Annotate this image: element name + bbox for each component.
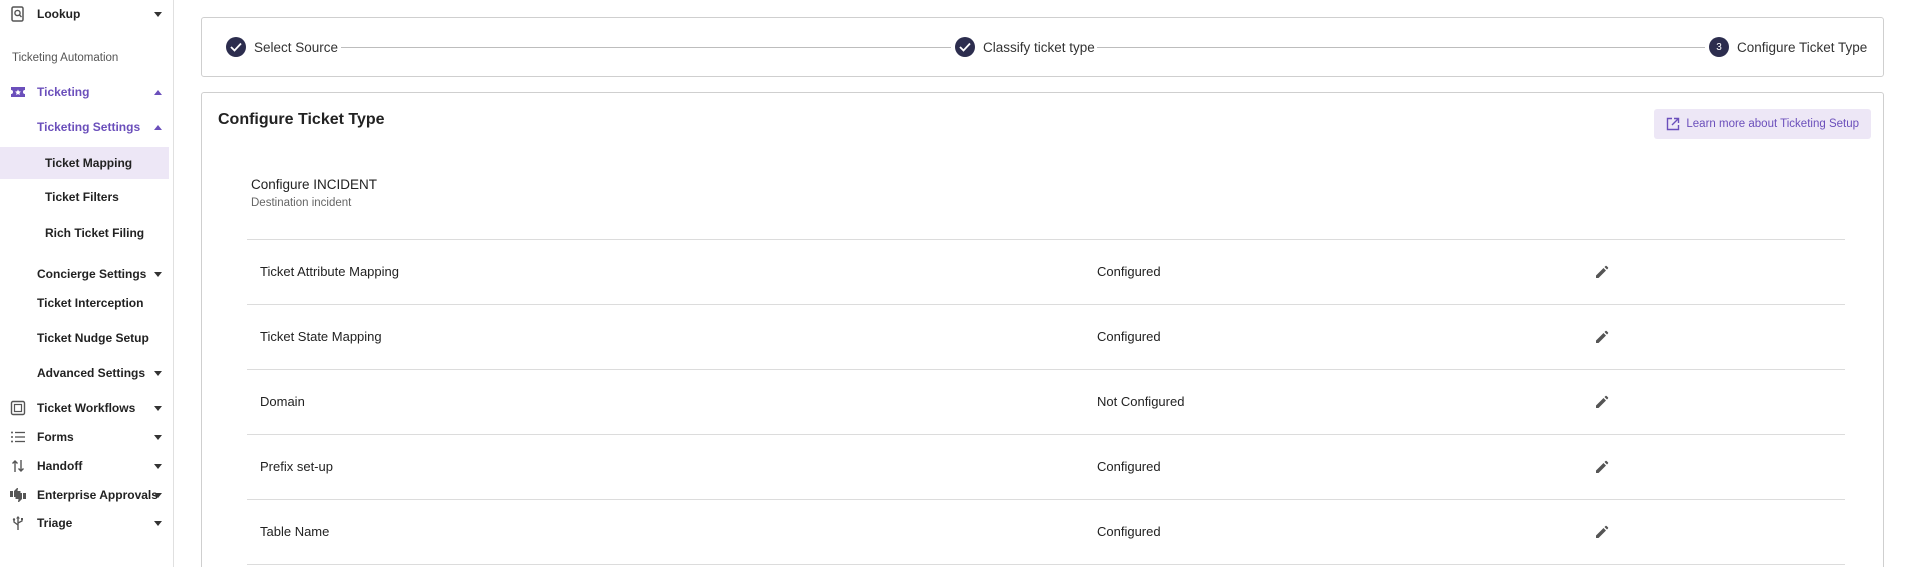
sidebar-item-lookup[interactable]: Lookup [0, 4, 169, 24]
stepper: Select Source Classify ticket type 3 Con… [201, 17, 1884, 77]
page-title: Configure Ticket Type [218, 111, 385, 128]
sidebar-item-label: Concierge Settings [37, 267, 147, 281]
table-row: Ticket State Mapping Configured [247, 304, 1845, 369]
sidebar-item-ticket-interception[interactable]: Ticket Interception [0, 293, 169, 313]
sidebar-item-label: Forms [37, 430, 74, 444]
row-status: Configured [1097, 459, 1161, 474]
sidebar-item-label: Ticket Nudge Setup [37, 331, 149, 345]
chevron-down-icon[interactable] [153, 368, 163, 378]
edit-icon[interactable] [1592, 522, 1612, 542]
sidebar-item-advanced-settings[interactable]: Advanced Settings [0, 363, 169, 383]
configure-card: Configure Ticket Type Learn more about T… [201, 92, 1884, 567]
row-status: Configured [1097, 524, 1161, 539]
step-label: Classify ticket type [983, 39, 1095, 55]
open-external-icon [1666, 117, 1680, 131]
step-number: 3 [1709, 37, 1729, 57]
sidebar-item-forms[interactable]: Forms [0, 427, 169, 447]
sidebar-item-ticket-workflows[interactable]: Ticket Workflows [0, 398, 169, 418]
learn-more-label: Learn more about Ticketing Setup [1686, 118, 1859, 130]
sidebar: Lookup Ticketing Automation Ticketing Ti… [0, 0, 174, 567]
table-row: Prefix set-up Configured [247, 434, 1845, 499]
sidebar-item-ticketing[interactable]: Ticketing [0, 82, 169, 102]
sidebar-item-label: Ticket Interception [37, 296, 144, 310]
swap-vertical-icon [9, 457, 27, 475]
chevron-down-icon[interactable] [153, 269, 163, 279]
row-name: Domain [260, 394, 305, 409]
table-divider [247, 564, 1845, 565]
row-name: Table Name [260, 524, 330, 539]
sidebar-item-triage[interactable]: Triage [0, 513, 169, 533]
sidebar-item-label: Triage [37, 516, 73, 530]
row-name: Ticket State Mapping [260, 329, 382, 344]
ticket-icon [9, 83, 27, 101]
chevron-down-icon[interactable] [153, 432, 163, 442]
table-row: Table Name Configured [247, 499, 1845, 564]
section-label: Ticketing Automation [12, 52, 119, 64]
chevron-down-icon[interactable] [153, 490, 163, 500]
edit-icon[interactable] [1592, 262, 1612, 282]
sidebar-item-handoff[interactable]: Handoff [0, 456, 169, 476]
sidebar-item-concierge-settings[interactable]: Concierge Settings [0, 264, 169, 284]
list-icon [9, 428, 27, 446]
config-table: Ticket Attribute Mapping Configured Tick… [247, 239, 1845, 565]
table-row: Ticket Attribute Mapping Configured [247, 239, 1845, 304]
sidebar-item-label: Ticket Filters [45, 190, 119, 204]
check-icon [955, 37, 975, 57]
sidebar-item-label: Ticketing [37, 85, 90, 99]
row-status: Configured [1097, 329, 1161, 344]
check-icon [226, 37, 246, 57]
sidebar-item-enterprise-approvals[interactable]: Enterprise Approvals [0, 485, 169, 505]
sidebar-item-label: Handoff [37, 459, 83, 473]
step-connector [341, 47, 951, 48]
edit-icon[interactable] [1592, 457, 1612, 477]
sidebar-item-label: Ticket Mapping [45, 156, 133, 170]
step-classify-ticket-type[interactable]: Classify ticket type [955, 37, 1095, 57]
sidebar-item-ticket-nudge-setup[interactable]: Ticket Nudge Setup [0, 328, 169, 348]
chevron-up-icon[interactable] [153, 122, 163, 132]
learn-more-button[interactable]: Learn more about Ticketing Setup [1654, 109, 1871, 139]
chevron-down-icon[interactable] [153, 518, 163, 528]
workflow-icon [9, 399, 27, 417]
row-status: Configured [1097, 264, 1161, 279]
chevron-down-icon[interactable] [153, 9, 163, 19]
row-name: Prefix set-up [260, 459, 333, 474]
config-title: Configure INCIDENT [251, 177, 378, 192]
sidebar-item-label: Rich Ticket Filing [45, 226, 145, 240]
sidebar-item-label: Lookup [37, 7, 81, 21]
config-subtitle: Destination incident [251, 197, 352, 209]
thumbs-up-down-icon [9, 486, 27, 504]
table-row: Domain Not Configured [247, 369, 1845, 434]
row-status: Not Configured [1097, 394, 1185, 409]
sidebar-item-label: Advanced Settings [37, 366, 146, 380]
sidebar-item-ticket-mapping[interactable]: Ticket Mapping [0, 147, 169, 179]
sidebar-item-ticketing-settings[interactable]: Ticketing Settings [0, 117, 169, 137]
sidebar-item-rich-ticket-filing[interactable]: Rich Ticket Filing [0, 223, 169, 243]
step-select-source[interactable]: Select Source [226, 37, 338, 57]
chevron-down-icon[interactable] [153, 461, 163, 471]
usb-fork-icon [9, 514, 27, 532]
chevron-up-icon[interactable] [153, 87, 163, 97]
chevron-down-icon[interactable] [153, 403, 163, 413]
sidebar-item-label: Ticket Workflows [37, 401, 136, 415]
step-label: Configure Ticket Type [1737, 39, 1868, 55]
search-document-icon [9, 5, 27, 23]
sidebar-item-label: Enterprise Approvals [37, 488, 158, 502]
step-connector [1097, 47, 1705, 48]
row-name: Ticket Attribute Mapping [260, 264, 399, 279]
sidebar-item-label: Ticketing Settings [37, 120, 141, 134]
step-configure-ticket-type[interactable]: 3 Configure Ticket Type [1709, 37, 1867, 57]
edit-icon[interactable] [1592, 327, 1612, 347]
step-label: Select Source [254, 39, 339, 55]
sidebar-item-ticket-filters[interactable]: Ticket Filters [0, 187, 169, 207]
edit-icon[interactable] [1592, 392, 1612, 412]
